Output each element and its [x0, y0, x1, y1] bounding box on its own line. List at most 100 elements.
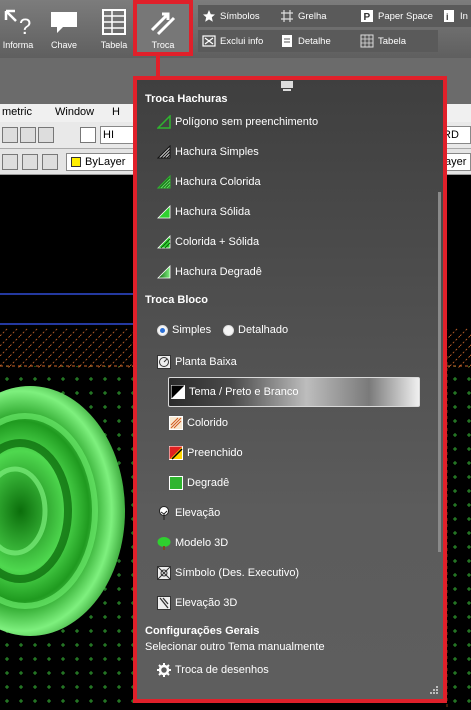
- layer-tool-icon[interactable]: [22, 154, 38, 170]
- bw-theme-icon: [171, 385, 185, 399]
- hatch-item-colorida-solida[interactable]: Colorida + Sólida: [157, 232, 259, 252]
- floor-plan-icon: [157, 355, 171, 369]
- simbolos-button[interactable]: Símbolos: [202, 5, 260, 27]
- paper-space-button[interactable]: P Paper Space: [360, 5, 433, 27]
- hatch-item-simples[interactable]: Hachura Simples: [157, 142, 259, 162]
- info-icon: ?: [4, 9, 31, 36]
- app-window: ? Informa Chave Tabela Troca Símbolos Gr…: [0, 0, 471, 710]
- block-item-label: Elevação 3D: [175, 597, 238, 609]
- section-troca-hachuras: Troca Hachuras: [145, 93, 228, 105]
- radio-detalhado-label: Detalhado: [238, 324, 289, 336]
- tabela-button[interactable]: Tabela: [92, 0, 136, 56]
- grelha-label: Grelha: [298, 10, 327, 22]
- text-style-icon[interactable]: [80, 127, 96, 143]
- block-item-simbolo[interactable]: Símbolo (Des. Executivo): [157, 563, 299, 583]
- troca-button[interactable]: Troca: [133, 0, 193, 56]
- block-subitem-colorido[interactable]: Colorido: [169, 413, 228, 433]
- in-button[interactable]: i In: [442, 5, 468, 27]
- section-troca-bloco: Troca Bloco: [145, 294, 208, 306]
- ribbon-row-1: Símbolos Grelha P Paper Space i In: [198, 5, 471, 27]
- troca-de-desenhos-label: Troca de desenhos: [175, 664, 269, 676]
- troca-popup-panel: Troca Hachuras Polígono sem preenchiment…: [133, 76, 447, 703]
- block-subitem-label: Tema / Preto e Branco: [189, 386, 299, 398]
- hatch-item-label: Hachura Simples: [175, 146, 259, 158]
- radio-detalhado[interactable]: Detalhado: [223, 320, 288, 340]
- menu-window[interactable]: Window: [55, 106, 94, 118]
- hatch-item-label: Hachura Degradê: [175, 266, 262, 278]
- toolbar-button[interactable]: [2, 127, 18, 143]
- simbolos-label: Símbolos: [220, 10, 260, 22]
- table-small-icon: [360, 34, 374, 48]
- block-item-elevacao-3d[interactable]: Elevação 3D: [157, 593, 237, 613]
- block-subitem-label: Degradê: [187, 477, 230, 489]
- hatch-item-poligono[interactable]: Polígono sem preenchimento: [157, 112, 318, 132]
- menu-metric[interactable]: metric: [2, 106, 32, 118]
- hatch-colored-solid-icon: [157, 235, 171, 249]
- svg-text:P: P: [364, 12, 371, 23]
- block-subitem-tema[interactable]: Tema / Preto e Branco: [168, 377, 420, 407]
- tabela-small-label: Tabela: [378, 35, 406, 47]
- tabela-label: Tabela: [100, 40, 128, 50]
- block-subitem-label: Preenchido: [187, 447, 243, 459]
- block-subitem-degrade[interactable]: Degradê: [169, 473, 229, 493]
- block-item-label: Símbolo (Des. Executivo): [175, 567, 300, 579]
- detalhe-label: Detalhe: [298, 35, 331, 47]
- paper-space-label: Paper Space: [378, 10, 433, 22]
- detalhe-button[interactable]: Detalhe: [280, 30, 331, 52]
- exclui-info-label: Exclui info: [220, 35, 264, 47]
- informa-button[interactable]: ? Informa: [0, 0, 36, 56]
- gear-icon: [157, 663, 171, 677]
- hatch-gradient-icon: [157, 265, 171, 279]
- color-dropdown[interactable]: ByLayer: [66, 153, 134, 171]
- svg-text:i: i: [446, 12, 449, 22]
- general-description: Selecionar outro Tema manualmente: [145, 641, 325, 653]
- block-item-elevacao[interactable]: Elevação: [157, 503, 220, 523]
- detail-icon: [282, 35, 292, 47]
- block-item-label: Modelo 3D: [175, 537, 229, 549]
- radio-simples[interactable]: Simples: [157, 320, 211, 340]
- troca-label: Troca: [151, 40, 175, 50]
- block-item-planta-baixa[interactable]: Planta Baixa: [157, 352, 237, 372]
- polygon-outline-icon: [157, 115, 171, 129]
- exclui-info-button[interactable]: Exclui info: [202, 30, 263, 52]
- hatch-item-solida[interactable]: Hachura Sólida: [157, 202, 250, 222]
- chave-button[interactable]: Chave: [40, 0, 88, 56]
- exclude-info-icon: [202, 35, 216, 47]
- paper-p-icon: P: [361, 10, 373, 23]
- tree-elevation-icon: [159, 506, 169, 520]
- block-item-modelo-3d[interactable]: Modelo 3D: [157, 533, 228, 553]
- symbol-icon: [157, 566, 171, 580]
- color-swatch: [71, 157, 81, 167]
- calculator-icon[interactable]: [20, 127, 36, 143]
- hatch-item-label: Hachura Colorida: [175, 176, 261, 188]
- speech-bubble-icon: [51, 12, 77, 33]
- popup-scrollbar[interactable]: [438, 192, 441, 552]
- hatch-item-label: Hachura Sólida: [175, 206, 251, 218]
- menu-h[interactable]: H: [112, 106, 120, 118]
- layer-tool-icon[interactable]: [42, 154, 58, 170]
- tabela-small-button[interactable]: Tabela: [360, 30, 406, 52]
- block-item-label: Planta Baixa: [175, 356, 237, 368]
- gradient-theme-icon: [169, 476, 183, 490]
- hatch-item-degrade[interactable]: Hachura Degradê: [157, 262, 262, 282]
- hatch-colored-icon: [157, 175, 171, 189]
- svg-text:?: ?: [19, 14, 31, 36]
- radio-simples-label: Simples: [172, 324, 212, 336]
- hatch-item-colorida[interactable]: Hachura Colorida: [157, 172, 261, 192]
- grelha-button[interactable]: Grelha: [280, 5, 327, 27]
- hatch-item-label: Polígono sem preenchimento: [175, 116, 319, 128]
- hatch-item-label: Colorida + Sólida: [175, 236, 260, 248]
- document-icon: i: [444, 10, 454, 22]
- help-icon[interactable]: [38, 127, 54, 143]
- troca-de-desenhos-button[interactable]: Troca de desenhos: [157, 660, 269, 680]
- pin-icon[interactable]: [280, 80, 294, 92]
- model-3d-icon: [157, 537, 171, 550]
- layer-tool-icon[interactable]: [2, 154, 18, 170]
- in-label: In: [460, 10, 468, 22]
- linetype-dropdown[interactable]: ayer: [444, 153, 471, 171]
- text-style-dropdown[interactable]: HI: [100, 126, 134, 144]
- block-subitem-preenchido[interactable]: Preenchido: [169, 443, 243, 463]
- swap-arrows-icon: [150, 12, 176, 36]
- block-subitem-label: Colorido: [187, 417, 228, 429]
- resize-grip-icon[interactable]: [429, 685, 439, 695]
